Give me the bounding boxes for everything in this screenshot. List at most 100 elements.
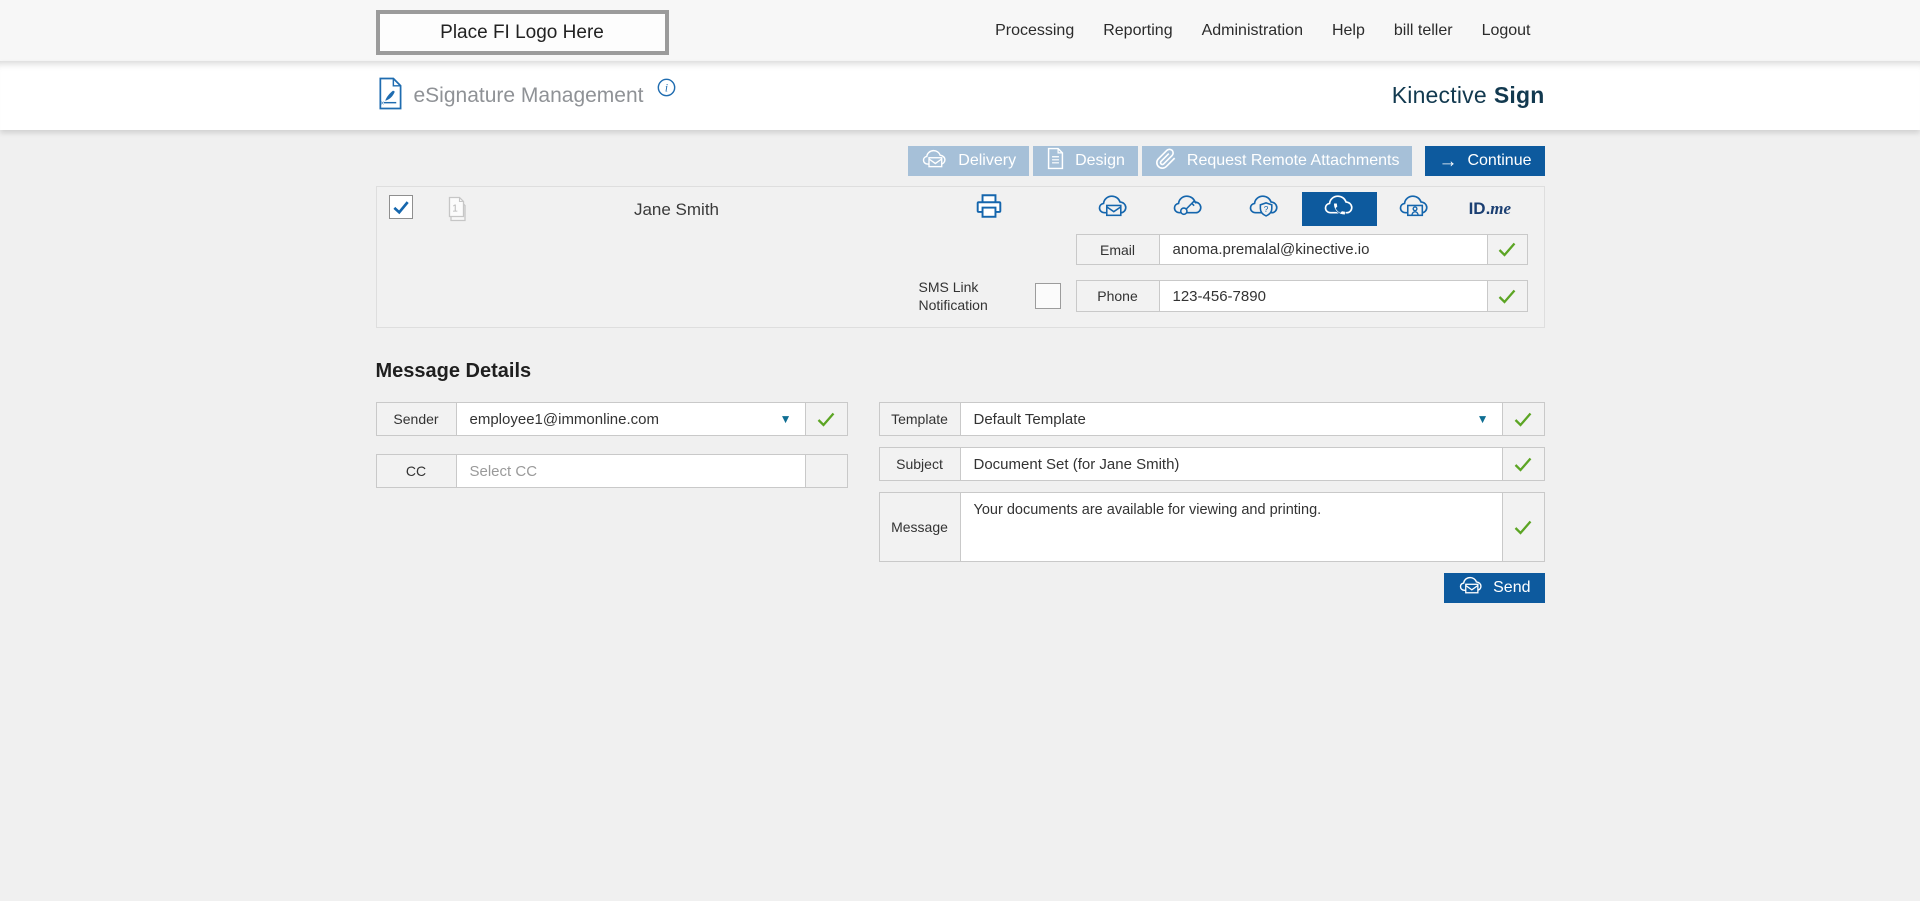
- method-security-question-tile[interactable]: ?: [1226, 192, 1301, 226]
- fi-logo-placeholder: Place FI Logo Here: [376, 10, 669, 55]
- phone-label: Phone: [1077, 281, 1160, 311]
- message-valid-cell: [1502, 493, 1544, 561]
- nav-processing[interactable]: Processing: [995, 22, 1074, 40]
- email-field-row: Email anoma.premalal@kinective.io: [1076, 234, 1528, 265]
- cloud-phone-icon: [1323, 193, 1355, 225]
- valid-check-icon: [1514, 520, 1532, 535]
- esignature-page: Place FI Logo Here Processing Reporting …: [0, 0, 1920, 901]
- send-button[interactable]: Send: [1444, 573, 1544, 603]
- printer-icon[interactable]: [975, 193, 1003, 224]
- request-remote-attachments-button[interactable]: Request Remote Attachments: [1142, 146, 1413, 176]
- subject-field-row: Subject Document Set (for Jane Smith): [879, 447, 1545, 481]
- nav-help[interactable]: Help: [1332, 22, 1365, 40]
- message-textarea[interactable]: Your documents are available for viewing…: [961, 493, 1502, 561]
- template-value: Default Template: [974, 411, 1086, 428]
- delivery-button[interactable]: Delivery: [908, 146, 1029, 176]
- svg-text:?: ?: [1264, 204, 1269, 214]
- nav-administration[interactable]: Administration: [1202, 22, 1303, 40]
- chevron-down-icon: ▼: [770, 412, 792, 426]
- idme-logo: ID.me: [1469, 199, 1512, 219]
- cc-status-cell: [805, 455, 847, 487]
- step-toolbar: Delivery Design Request: [908, 146, 1544, 176]
- cloud-shield-question-icon: ?: [1248, 193, 1280, 225]
- document-count-icon: 1: [443, 195, 467, 228]
- continue-button[interactable]: → Continue: [1425, 146, 1544, 176]
- cloud-key-icon: [1172, 193, 1204, 225]
- design-button-label: Design: [1075, 152, 1125, 170]
- template-dropdown[interactable]: Default Template ▼: [961, 403, 1502, 435]
- method-access-key-tile[interactable]: [1151, 192, 1226, 226]
- paperclip-icon: [1155, 148, 1177, 175]
- valid-check-icon: [817, 412, 835, 427]
- document-design-icon: [1046, 147, 1065, 175]
- message-field-row: Message Your documents are available for…: [879, 492, 1545, 562]
- top-navigation: Processing Reporting Administration Help…: [995, 0, 1530, 61]
- message-details-heading: Message Details: [376, 360, 532, 383]
- phone-input[interactable]: 123-456-7890: [1160, 281, 1487, 311]
- email-label: Email: [1077, 235, 1160, 264]
- svg-text:x: x: [380, 100, 383, 106]
- nav-user-bill-teller[interactable]: bill teller: [1394, 22, 1453, 40]
- sms-link-notification-label: SMS Link Notification: [919, 278, 1011, 314]
- esignature-document-icon: x: [376, 77, 403, 115]
- template-label: Template: [880, 403, 961, 435]
- page-title: eSignature Management: [414, 84, 644, 108]
- valid-check-icon: [1514, 412, 1532, 427]
- nav-reporting[interactable]: Reporting: [1103, 22, 1172, 40]
- valid-check-icon: [1498, 289, 1516, 304]
- template-field-row: Template Default Template ▼: [879, 402, 1545, 436]
- sms-link-notification-checkbox[interactable]: [1035, 283, 1061, 309]
- sender-field-row: Sender employee1@immonline.com ▼: [376, 402, 848, 436]
- sender-dropdown[interactable]: employee1@immonline.com ▼: [457, 403, 805, 435]
- method-id-verification-tile[interactable]: [1377, 192, 1452, 226]
- message-label: Message: [880, 493, 961, 561]
- cc-field-row: CC: [376, 454, 848, 488]
- info-icon[interactable]: i: [657, 78, 676, 102]
- subject-valid-cell: [1502, 448, 1544, 480]
- nav-logout[interactable]: Logout: [1482, 22, 1531, 40]
- sender-value: employee1@immonline.com: [470, 411, 659, 428]
- brand-product: Sign: [1494, 82, 1545, 108]
- template-valid-cell: [1502, 403, 1544, 435]
- delivery-method-tiles: ?: [1076, 192, 1528, 226]
- cloud-envelope-icon: [921, 148, 948, 175]
- subject-label: Subject: [880, 448, 961, 480]
- svg-text:i: i: [664, 82, 667, 94]
- cloud-id-card-icon: [1398, 193, 1430, 225]
- continue-button-label: Continue: [1467, 152, 1531, 170]
- request-remote-attachments-label: Request Remote Attachments: [1187, 152, 1400, 170]
- main-content: Delivery Design Request: [376, 130, 1545, 901]
- method-idme-tile[interactable]: ID.me: [1452, 192, 1527, 226]
- valid-check-icon: [1514, 457, 1532, 472]
- sender-valid-cell: [805, 403, 847, 435]
- email-input[interactable]: anoma.premalal@kinective.io: [1160, 235, 1487, 264]
- method-email-tile[interactable]: [1076, 192, 1151, 226]
- send-button-label: Send: [1493, 579, 1530, 597]
- brand-name: Kinective: [1392, 82, 1487, 108]
- cc-input[interactable]: [470, 463, 792, 480]
- chevron-down-icon: ▼: [1467, 412, 1489, 426]
- arrow-right-icon: →: [1438, 152, 1457, 171]
- checkbox-check-icon: [392, 199, 410, 215]
- cloud-envelope-icon: [1458, 575, 1484, 601]
- top-bar: Place FI Logo Here Processing Reporting …: [0, 0, 1920, 61]
- phone-field-row: Phone 123-456-7890: [1076, 280, 1528, 312]
- recipient-panel: 1 Jane Smith: [376, 186, 1545, 328]
- valid-check-icon: [1498, 242, 1516, 257]
- fi-logo-text: Place FI Logo Here: [440, 22, 604, 44]
- cc-label: CC: [377, 455, 457, 487]
- delivery-button-label: Delivery: [958, 152, 1016, 170]
- subject-input[interactable]: Document Set (for Jane Smith): [961, 448, 1502, 480]
- method-phone-tile[interactable]: [1302, 192, 1377, 226]
- cc-field: [457, 455, 805, 487]
- cloud-email-icon: [1097, 193, 1129, 225]
- phone-valid-cell: [1487, 281, 1527, 311]
- email-valid-cell: [1487, 235, 1527, 264]
- svg-text:1: 1: [452, 204, 458, 215]
- sms-link-notification: SMS Link Notification: [919, 280, 1061, 312]
- brand-logo: Kinective Sign: [1392, 82, 1545, 109]
- sender-label: Sender: [377, 403, 457, 435]
- page-header: x eSignature Management i Kinective Sign: [0, 61, 1920, 130]
- recipient-checkbox[interactable]: [389, 195, 413, 219]
- design-button[interactable]: Design: [1033, 146, 1138, 176]
